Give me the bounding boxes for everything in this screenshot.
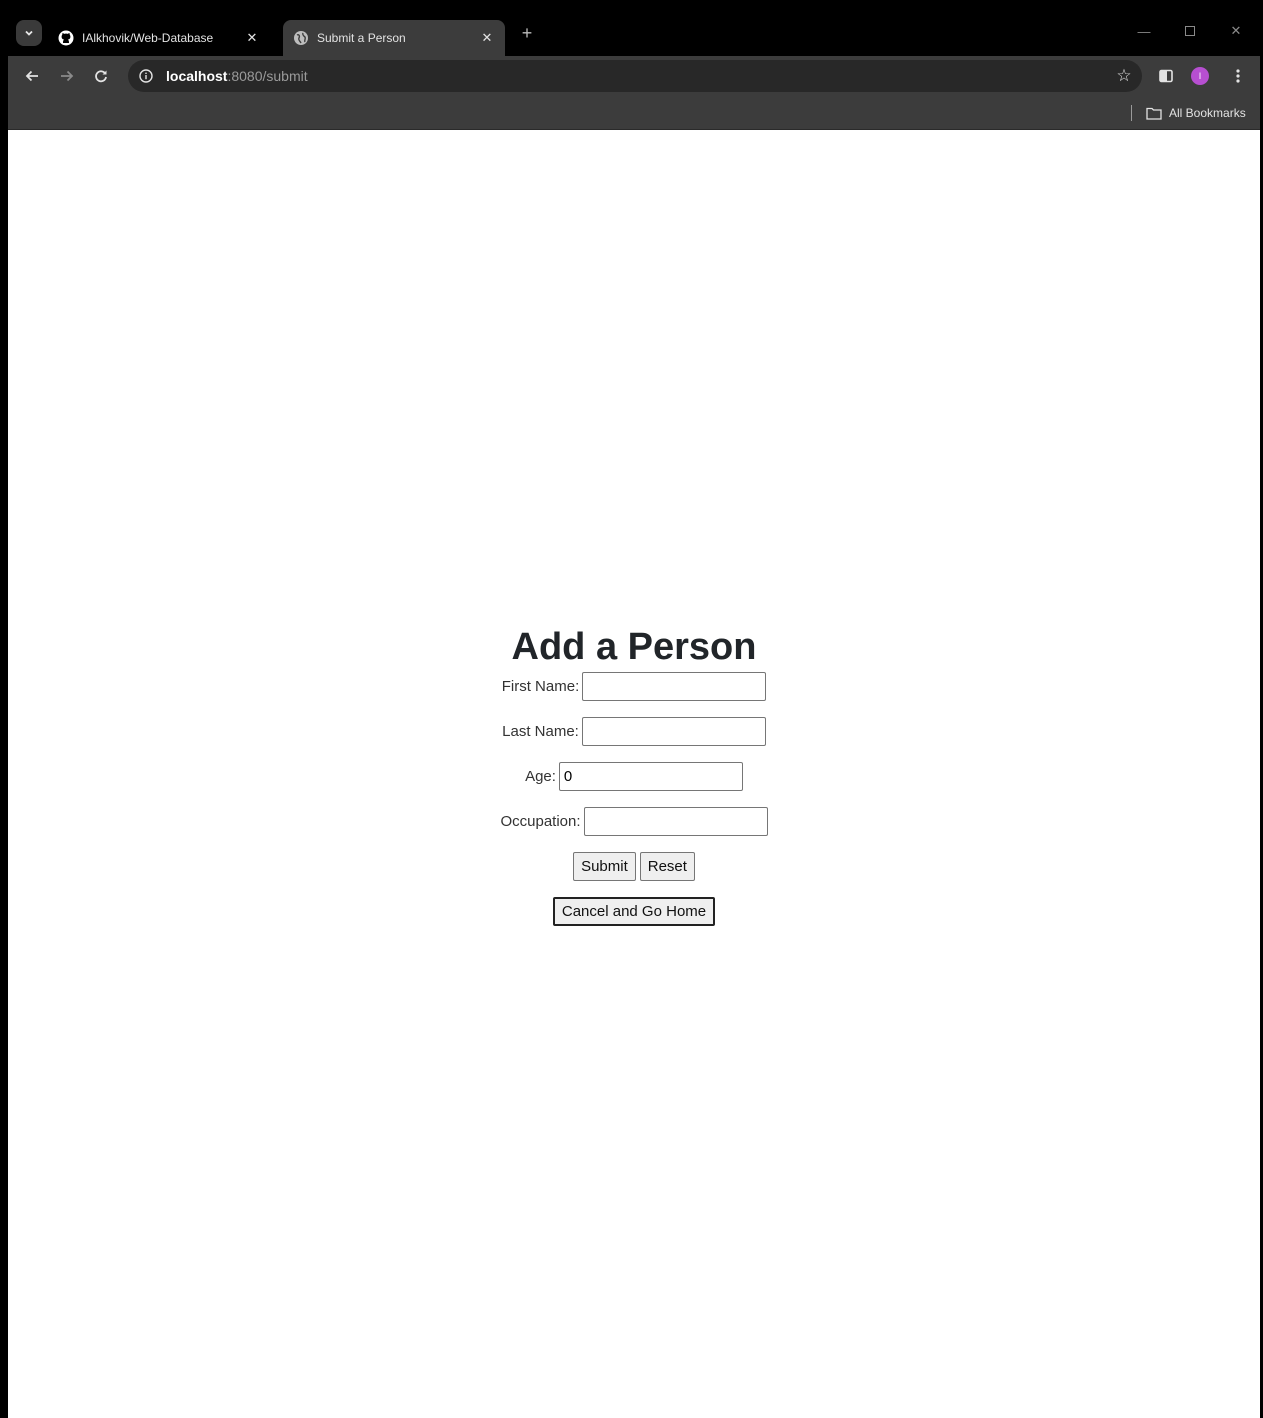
tab-title: Submit a Person [317, 31, 406, 45]
bookmark-star-icon[interactable]: ☆ [1114, 66, 1134, 86]
submit-button[interactable]: Submit [573, 852, 636, 881]
back-arrow-icon[interactable] [20, 64, 44, 88]
all-bookmarks-label: All Bookmarks [1169, 106, 1246, 120]
profile-avatar[interactable]: I [1188, 64, 1212, 88]
site-info-icon[interactable] [138, 68, 154, 84]
tab-submit-a-person[interactable]: Submit a Person ✕ [283, 20, 505, 56]
cancel-go-home-button[interactable]: Cancel and Go Home [552, 897, 716, 926]
occupation-row: Occupation: [8, 807, 1260, 852]
all-bookmarks-button[interactable]: All Bookmarks [1146, 103, 1246, 123]
first-name-label: First Name: [501, 678, 580, 695]
close-icon[interactable]: ✕ [477, 28, 497, 48]
age-label: Age: [525, 768, 556, 785]
bookmarks-separator [1131, 105, 1132, 121]
browser-toolbar: localhost:8080/submit ☆ I [8, 56, 1260, 96]
side-panel-icon[interactable] [1154, 64, 1178, 88]
tab-github[interactable]: IAlkhovik/Web-Database ✕ [48, 20, 270, 56]
chevron-down-icon [25, 30, 33, 36]
maximize-icon[interactable] [1175, 20, 1205, 42]
bookmarks-bar: All Bookmarks [8, 96, 1260, 130]
first-name-row: First Name: [8, 672, 1260, 717]
occupation-label: Occupation: [500, 813, 581, 830]
forward-arrow-icon[interactable] [55, 64, 79, 88]
menu-kebab-icon[interactable] [1226, 64, 1250, 88]
last-name-row: Last Name: [8, 717, 1260, 762]
last-name-input[interactable] [581, 717, 766, 746]
minimize-icon[interactable]: — [1129, 20, 1159, 42]
browser-window: IAlkhovik/Web-Database ✕ Submit a Person… [8, 8, 1260, 1418]
page-content: Add a Person First Name: Last Name: Age:… [8, 130, 1260, 1418]
form-actions: Submit Reset [8, 852, 1260, 897]
url-host: localhost [166, 68, 228, 84]
last-name-label: Last Name: [502, 723, 579, 740]
reset-button[interactable]: Reset [639, 852, 695, 881]
tab-search-button[interactable] [16, 20, 42, 46]
age-input[interactable] [558, 762, 743, 791]
address-bar[interactable]: localhost:8080/submit ☆ [128, 60, 1142, 92]
new-tab-button[interactable]: + [516, 22, 538, 44]
folder-icon [1146, 107, 1162, 120]
url-rest: :8080/submit [227, 68, 308, 84]
close-icon[interactable]: ✕ [242, 28, 262, 48]
tab-title: IAlkhovik/Web-Database [82, 31, 214, 45]
avatar: I [1191, 67, 1209, 85]
tab-strip: IAlkhovik/Web-Database ✕ Submit a Person… [8, 8, 1260, 56]
github-icon [58, 30, 74, 46]
home-actions: Cancel and Go Home [8, 897, 1260, 942]
first-name-input[interactable] [582, 672, 767, 701]
reload-icon[interactable] [89, 64, 113, 88]
page-title: Add a Person [511, 626, 757, 668]
occupation-input[interactable] [583, 807, 768, 836]
add-person-form: Add a Person First Name: Last Name: Age:… [8, 622, 1260, 942]
age-row: Age: [8, 762, 1260, 807]
window-close-icon[interactable]: ✕ [1221, 20, 1251, 42]
globe-icon [293, 30, 309, 46]
url-text: localhost:8080/submit [166, 68, 308, 84]
